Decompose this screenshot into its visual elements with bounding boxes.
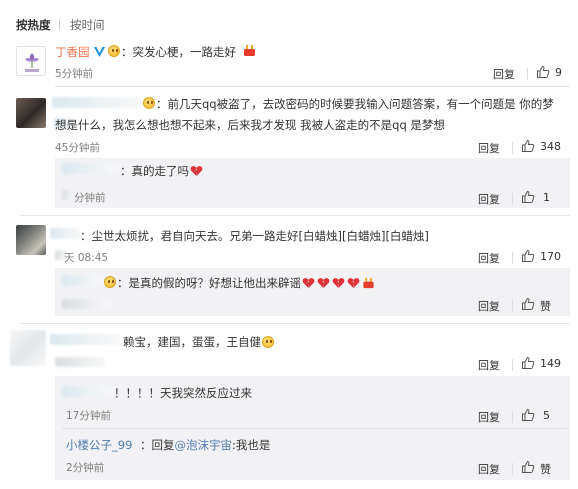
avatar[interactable] xyxy=(16,46,46,76)
sub-reply-time: 2分钟前 xyxy=(66,462,105,474)
divider xyxy=(59,19,60,30)
candle-emoji-icon xyxy=(243,44,256,57)
blurred-username xyxy=(62,386,114,397)
sub-reply-text: ：是真的假的呀？好想让他出来辟谣 xyxy=(117,275,376,291)
broken-heart-emoji-icon xyxy=(190,165,203,177)
sub-reply-author-name[interactable]: 小楼公子_99 xyxy=(66,437,132,453)
sub-reply-time: 17分钟前 xyxy=(66,410,111,422)
divider xyxy=(20,323,570,324)
sub-reply-text-prefix: ：回复 xyxy=(140,438,175,452)
like-count: 9 xyxy=(555,66,562,79)
mention-link[interactable]: @泡沫宇宙 xyxy=(175,438,233,452)
thumbs-up-icon[interactable] xyxy=(521,356,535,370)
sub-reply-time: 分钟前 xyxy=(74,192,106,204)
reply-button[interactable]: 回复 xyxy=(478,357,500,373)
reply-button[interactable]: 回复 xyxy=(478,250,500,266)
sub-reply-text: ！！！！天我突然反应过来 xyxy=(114,386,252,400)
thumbs-up-icon[interactable] xyxy=(521,249,535,263)
divider xyxy=(512,300,513,312)
blurred-username xyxy=(50,228,80,239)
like-count: 170 xyxy=(540,250,561,263)
comment-text: ：尘世太烦扰，君自向天去。兄弟一路走好[白蜡烛][白蜡烛][白蜡烛] xyxy=(80,229,429,243)
divider xyxy=(512,193,513,205)
blurred-username xyxy=(62,275,104,286)
thumbs-up-icon[interactable] xyxy=(521,190,535,204)
broken-heart-emoji-icon xyxy=(301,276,361,290)
comment-text: 赖宝，建国，蛋蛋，王自健 xyxy=(123,334,275,350)
sub-reply-text-content: ：是真的假的呀？好想让他出来辟谣 xyxy=(117,276,301,290)
reply-button[interactable]: 回复 xyxy=(478,191,500,207)
comment-time: 45分钟前 xyxy=(55,142,100,154)
crying-emoji-icon xyxy=(262,336,275,348)
blurred-time xyxy=(62,190,74,200)
sort-by-time-tab[interactable]: 按时间 xyxy=(70,17,105,33)
like-count: 1 xyxy=(543,191,550,204)
blurred-username xyxy=(50,334,120,345)
avatar[interactable] xyxy=(10,330,46,366)
thumbs-up-icon[interactable] xyxy=(521,139,535,153)
verified-badge-icon xyxy=(93,45,106,58)
reply-button[interactable]: 回复 xyxy=(478,461,500,477)
blurred-username xyxy=(62,163,120,174)
divider xyxy=(20,215,570,216)
avatar[interactable] xyxy=(16,98,46,128)
thumbs-up-icon[interactable] xyxy=(521,460,535,474)
divider xyxy=(512,142,513,154)
like-count: 5 xyxy=(543,409,550,422)
blurred-username xyxy=(52,97,142,108)
sort-by-hot-tab[interactable]: 按热度 xyxy=(16,17,51,33)
comment-time: 5分钟前 xyxy=(55,68,94,80)
sub-reply-text-suffix: :我也是 xyxy=(232,438,271,452)
blurred-time xyxy=(55,357,105,367)
lilac-logo-icon xyxy=(25,53,39,72)
divider xyxy=(512,463,513,475)
like-count: 149 xyxy=(540,357,561,370)
sub-reply-text: ：回复@泡沫宇宙:我也是 xyxy=(140,437,270,453)
comment-text-content: 赖宝，建国，蛋蛋，王自健 xyxy=(123,335,261,349)
blurred-time xyxy=(62,299,112,309)
comment-text: ：前几天qq被盗了，去改密码的时候要我输入问题答案，有一个问题是 你的梦 xyxy=(156,97,554,111)
candle-emoji-icon xyxy=(361,276,376,290)
divider xyxy=(527,68,528,80)
reply-button[interactable]: 回复 xyxy=(478,140,500,156)
like-count: 赞 xyxy=(540,300,551,313)
comment-text: ：突发心梗，一路走好 xyxy=(121,45,236,59)
avatar[interactable] xyxy=(16,225,46,255)
like-count: 348 xyxy=(540,140,561,153)
comment-text-line2: 想是什么，我怎么想也想不起来，后来我才发现 我被人盗走的不是qq 是梦想 xyxy=(55,118,445,132)
divider xyxy=(512,359,513,371)
divider xyxy=(62,428,567,429)
comment-author-name[interactable]: 丁香园 xyxy=(55,44,90,60)
comment-time: 天 08:45 xyxy=(64,252,109,264)
like-count: 赞 xyxy=(540,463,551,476)
divider xyxy=(55,86,570,87)
thumbs-up-icon[interactable] xyxy=(536,65,550,79)
thumbs-up-icon[interactable] xyxy=(521,297,535,311)
sub-reply-text: ：真的走了吗 xyxy=(120,163,203,179)
divider xyxy=(512,411,513,423)
sort-bar: 按热度 按时间 xyxy=(0,0,578,36)
reply-button[interactable]: 回复 xyxy=(478,298,500,314)
divider xyxy=(512,252,513,264)
thumbs-up-icon[interactable] xyxy=(521,408,535,422)
reply-button[interactable]: 回复 xyxy=(493,66,515,82)
sub-reply-text-content: ：真的走了吗 xyxy=(120,164,189,178)
reply-button[interactable]: 回复 xyxy=(478,409,500,425)
